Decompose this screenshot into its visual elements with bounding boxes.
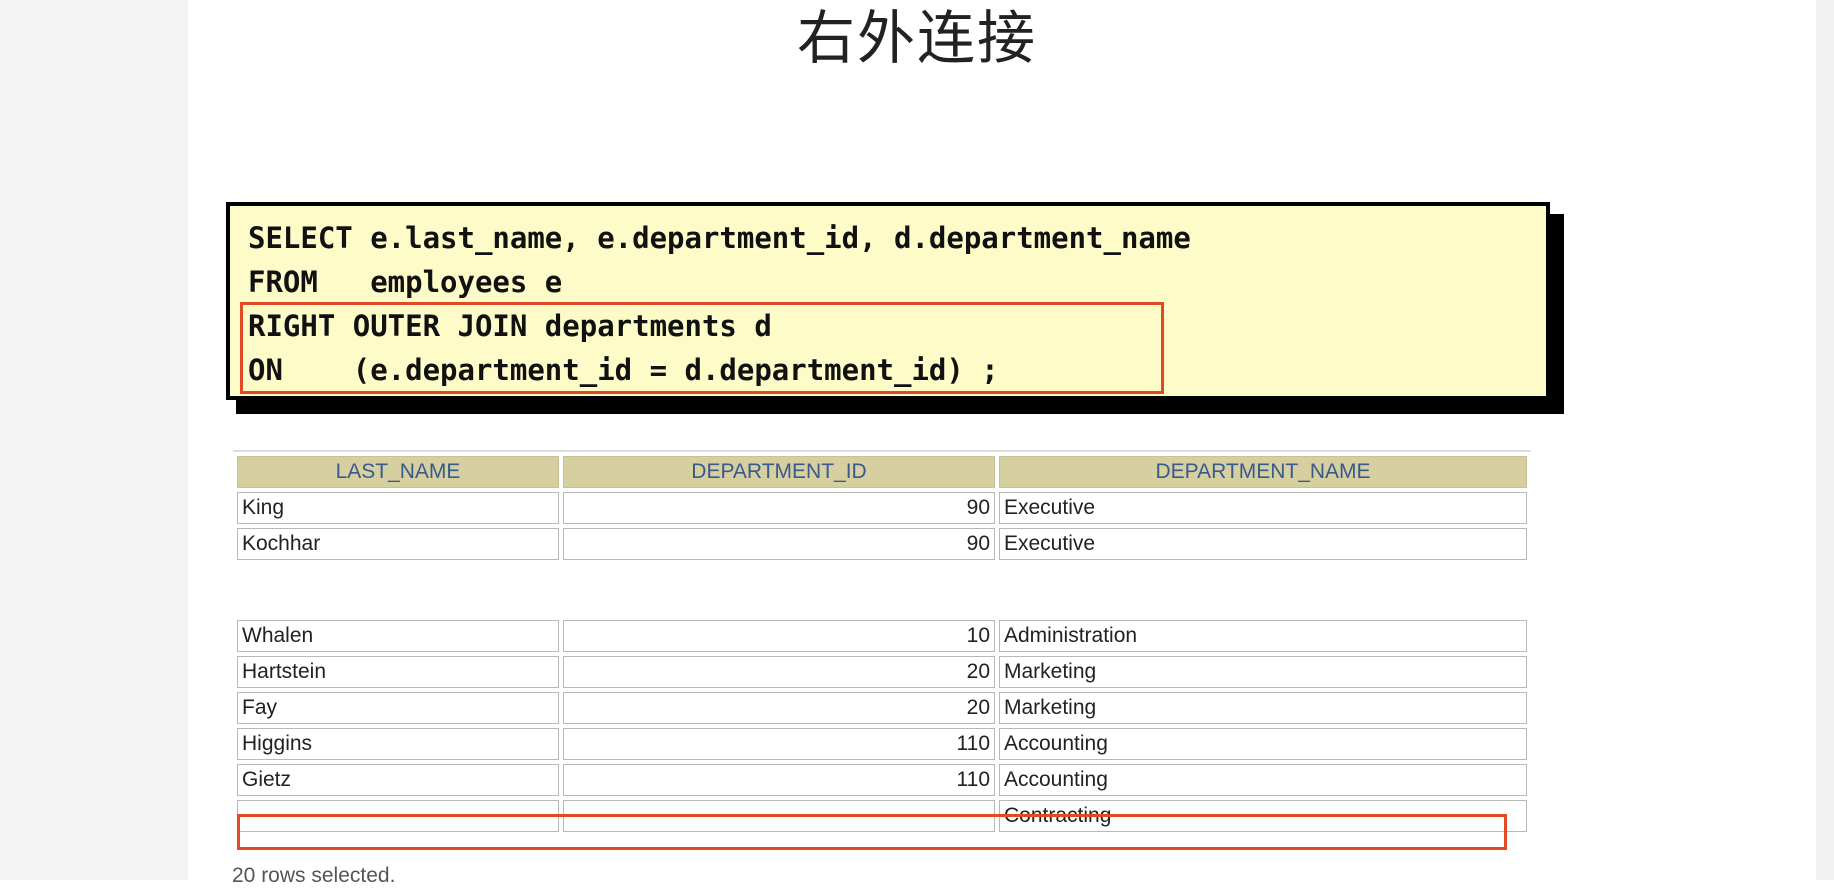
cell-department-id: 10 [563, 620, 995, 652]
table-row: Hartstein 20 Marketing [237, 656, 1527, 688]
cell-department-id: 90 [563, 492, 995, 524]
table-row: Higgins 110 Accounting [237, 728, 1527, 760]
result-table-bottom: Whalen 10 Administration Hartstein 20 Ma… [233, 616, 1531, 836]
cell-last-name: Hartstein [237, 656, 559, 688]
cell-department-name: Administration [999, 620, 1527, 652]
sql-line-from: FROM employees e [248, 265, 563, 299]
column-header-department-id: DEPARTMENT_ID [563, 456, 995, 488]
cell-department-name: Executive [999, 492, 1527, 524]
table-row: Kochhar 90 Executive [237, 528, 1527, 560]
contracting-row-highlight [237, 814, 1507, 850]
result-table-top: LAST_NAME DEPARTMENT_ID DEPARTMENT_NAME … [233, 450, 1531, 564]
cell-department-name: Marketing [999, 692, 1527, 724]
column-header-department-name: DEPARTMENT_NAME [999, 456, 1527, 488]
cell-department-id: 90 [563, 528, 995, 560]
cell-last-name: Whalen [237, 620, 559, 652]
table-row: King 90 Executive [237, 492, 1527, 524]
table-row: Fay 20 Marketing [237, 692, 1527, 724]
cell-department-id: 20 [563, 656, 995, 688]
table-row: Gietz 110 Accounting [237, 764, 1527, 796]
cell-department-id: 110 [563, 728, 995, 760]
sql-line-select: SELECT e.last_name, e.department_id, d.d… [248, 221, 1191, 255]
cell-department-name: Accounting [999, 728, 1527, 760]
cell-last-name: King [237, 492, 559, 524]
cell-last-name: Gietz [237, 764, 559, 796]
table-row: Whalen 10 Administration [237, 620, 1527, 652]
cell-department-id: 20 [563, 692, 995, 724]
column-header-last-name: LAST_NAME [237, 456, 559, 488]
table-header-row: LAST_NAME DEPARTMENT_ID DEPARTMENT_NAME [237, 456, 1527, 488]
cell-last-name: Fay [237, 692, 559, 724]
cell-department-id: 110 [563, 764, 995, 796]
sql-code-box: SELECT e.last_name, e.department_id, d.d… [226, 202, 1550, 400]
cell-last-name: Kochhar [237, 528, 559, 560]
rows-selected-text: 20 rows selected. [232, 864, 396, 887]
cell-department-name: Executive [999, 528, 1527, 560]
slide-title: 右外连接 [796, 4, 1037, 72]
cell-last-name: Higgins [237, 728, 559, 760]
join-clause-highlight [240, 302, 1164, 394]
left-margin [0, 0, 188, 880]
cell-department-name: Accounting [999, 764, 1527, 796]
cell-department-name: Marketing [999, 656, 1527, 688]
right-margin [1816, 0, 1834, 880]
